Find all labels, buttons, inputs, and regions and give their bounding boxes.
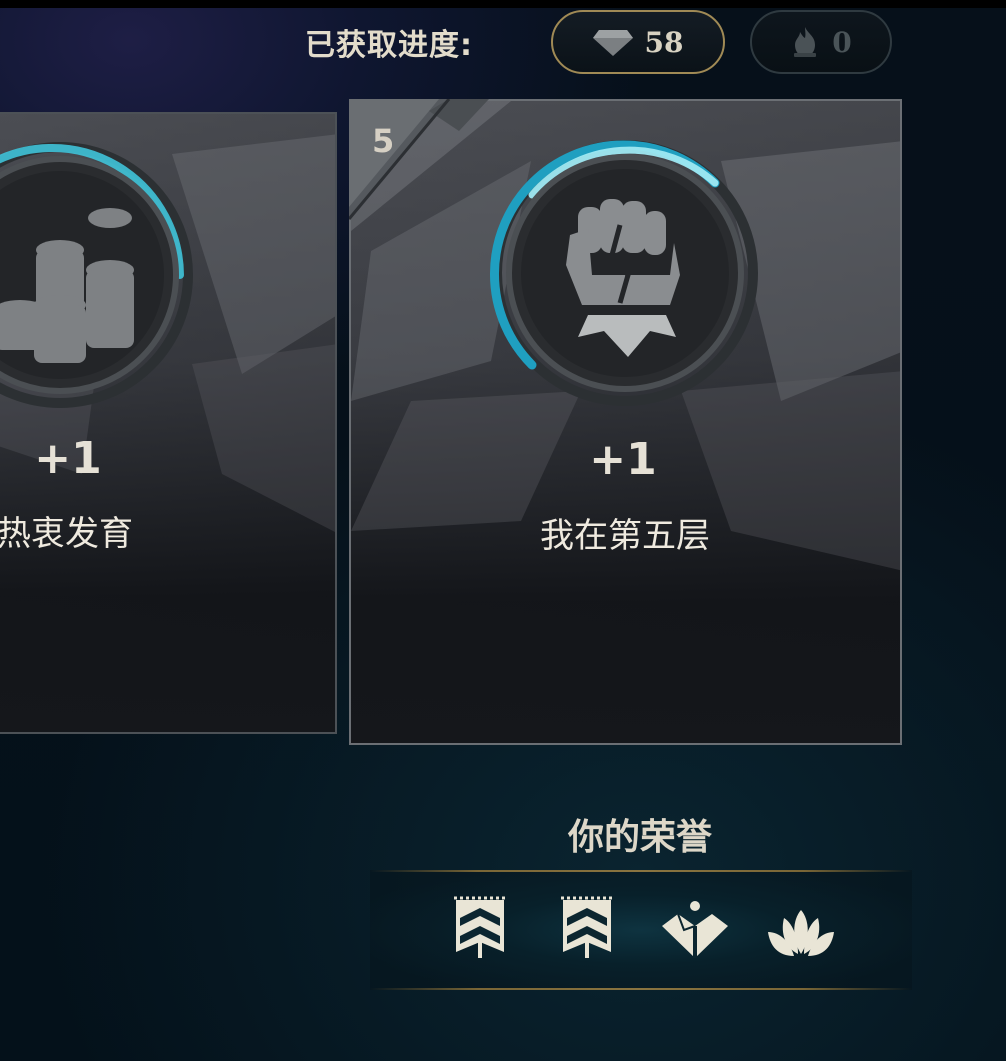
- chevron-banner-icon[interactable]: [559, 896, 615, 964]
- fist-medal: [489, 140, 758, 406]
- gem-count: 58: [644, 25, 684, 59]
- top-edge: [0, 0, 1006, 8]
- honors-top-divider: [370, 870, 912, 872]
- fist-icon: [566, 199, 680, 357]
- honors-title: 你的荣誉: [567, 817, 712, 858]
- card-right-points: +1: [589, 434, 657, 485]
- gem-progress-pill[interactable]: 58: [551, 10, 725, 74]
- flame-count: 0: [832, 25, 852, 59]
- coin-stacks-medal: [0, 142, 193, 408]
- gem-icon: [592, 30, 633, 56]
- chevron-banner-icon[interactable]: [452, 896, 508, 964]
- progress-label: 已获取进度:: [305, 28, 473, 63]
- flame-progress-pill[interactable]: 0: [750, 10, 892, 74]
- card-left-points: +1: [34, 433, 102, 484]
- heart-diamond-icon[interactable]: [660, 896, 730, 964]
- lotus-icon[interactable]: [764, 896, 838, 964]
- card-right-title: 我在第五层: [540, 516, 710, 556]
- card-left-title: 热衷发育: [0, 514, 133, 554]
- honors-bottom-divider: [370, 988, 912, 990]
- rank-number: 5: [372, 122, 395, 160]
- flame-icon: [794, 27, 817, 57]
- achievement-screen: 已获取进度: 58 0 +1 热衷发育 5 +1 我在第五层 你的荣誉: [0, 0, 1006, 1061]
